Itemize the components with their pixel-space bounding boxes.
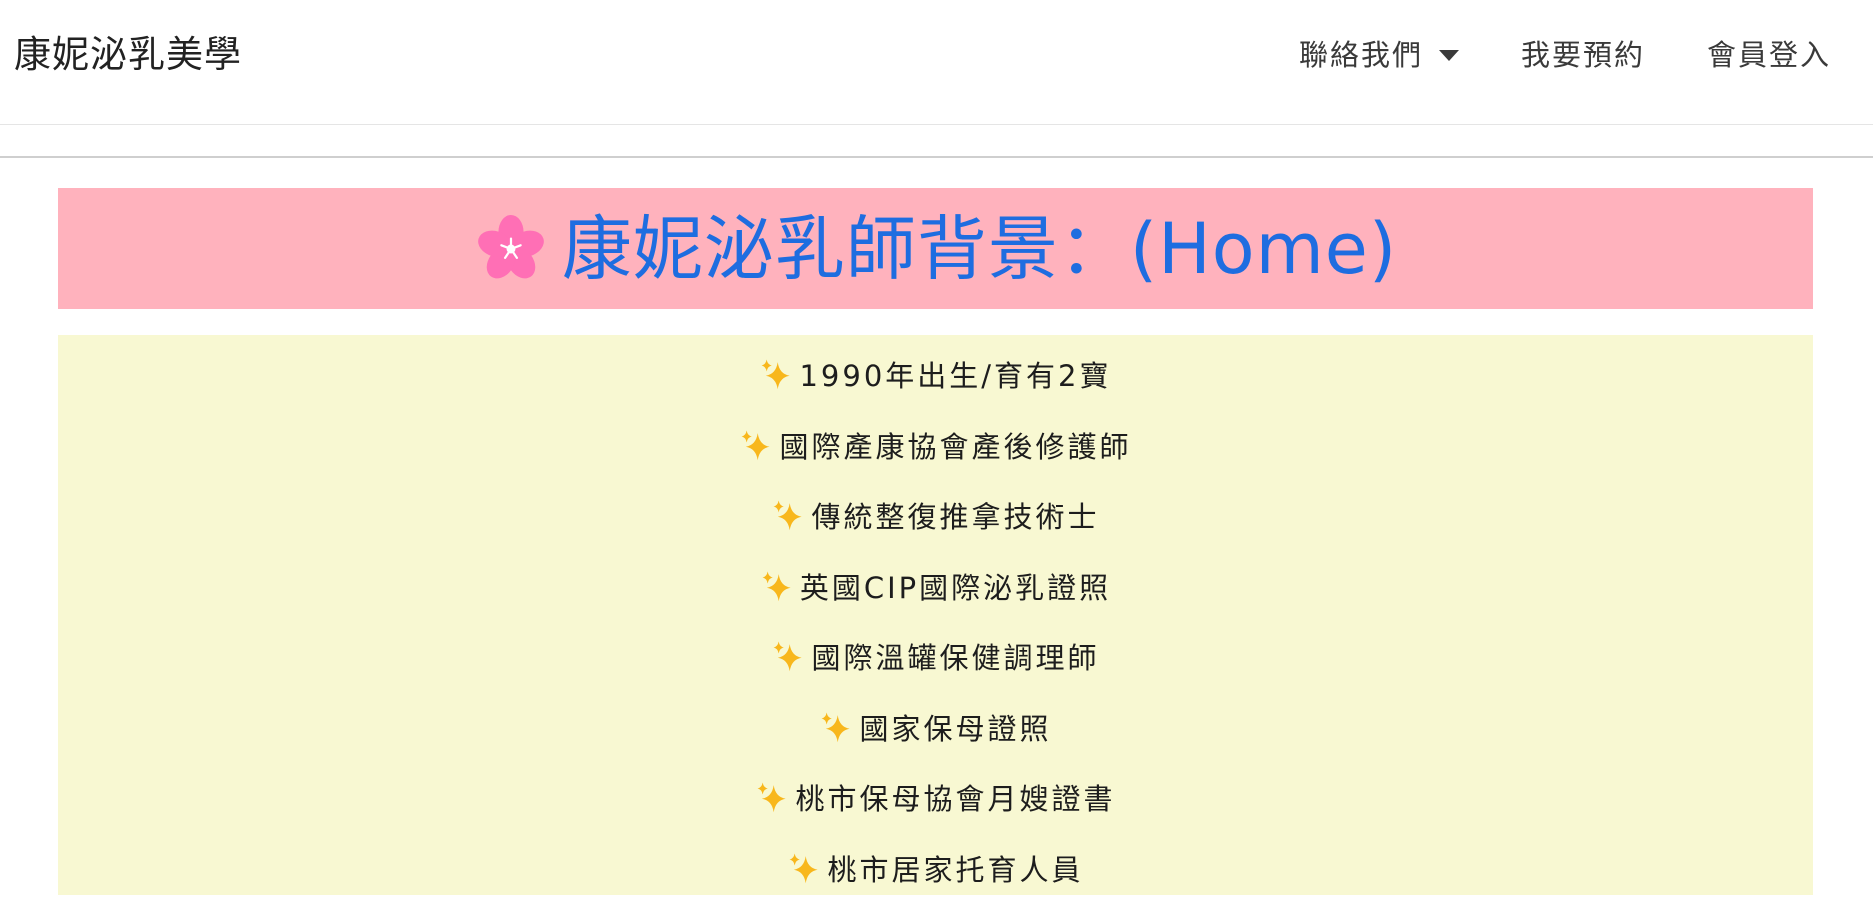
list-item: 國際產康協會產後修護師 [58,410,1813,481]
sparkles-icon [771,498,805,532]
top-navbar: 康妮泌乳美學 聯絡我們 我要預約 會員登入 [0,0,1873,125]
list-item: 桃市保母協會月嫂證書 [58,762,1813,833]
credential-text: 國際溫罐保健調理師 [811,635,1099,677]
sparkles-icon [739,428,773,462]
credential-text: 1990年出生/育有2寶 [799,353,1111,395]
sparkles-icon [760,569,794,603]
credentials-list: 1990年出生/育有2寶 國際產康協會產後修護師 傳統整復推拿技術士 英國CIP… [58,335,1813,903]
nav-contact-label: 聯絡我們 [1299,34,1423,76]
nav-login-label: 會員登入 [1707,34,1831,76]
sparkles-icon [771,639,805,673]
list-item: 國際溫罐保健調理師 [58,621,1813,692]
credentials-panel: 1990年出生/育有2寶 國際產康協會產後修護師 傳統整復推拿技術士 英國CIP… [58,335,1813,895]
page-title: 康妮泌乳師背景：(Home) [562,204,1397,294]
credential-text: 桃市保母協會月嫂證書 [795,776,1115,818]
list-item: 國家保母證照 [58,692,1813,763]
page-title-row: 康妮泌乳師背景：(Home) [474,204,1397,294]
caret-down-icon [1439,50,1459,61]
nav-links: 聯絡我們 我要預約 會員登入 [1237,34,1831,76]
nav-member-login-link[interactable]: 會員登入 [1707,34,1831,76]
credential-text: 英國CIP國際泌乳證照 [800,565,1111,607]
section-divider [0,156,1873,158]
nav-booking-link[interactable]: 我要預約 [1521,34,1645,76]
nav-contact-dropdown[interactable]: 聯絡我們 [1299,34,1459,76]
list-item: 傳統整復推拿技術士 [58,480,1813,551]
sparkles-icon [819,710,853,744]
sparkles-icon [759,357,793,391]
hero-banner: 康妮泌乳師背景：(Home) [58,188,1813,309]
brand-logo-link[interactable]: 康妮泌乳美學 [14,30,242,80]
credential-text: 國家保母證照 [859,706,1051,748]
sparkles-icon [787,851,821,885]
sparkles-icon [755,780,789,814]
list-item: 1990年出生/育有2寶 [58,339,1813,410]
credential-text: 國際產康協會產後修護師 [779,424,1131,466]
list-item: 桃市居家托育人員 [58,833,1813,903]
cherry-blossom-icon [474,212,548,286]
credential-text: 傳統整復推拿技術士 [811,494,1099,536]
credential-text: 桃市居家托育人員 [827,847,1083,889]
list-item: 英國CIP國際泌乳證照 [58,551,1813,622]
nav-booking-label: 我要預約 [1521,34,1645,76]
